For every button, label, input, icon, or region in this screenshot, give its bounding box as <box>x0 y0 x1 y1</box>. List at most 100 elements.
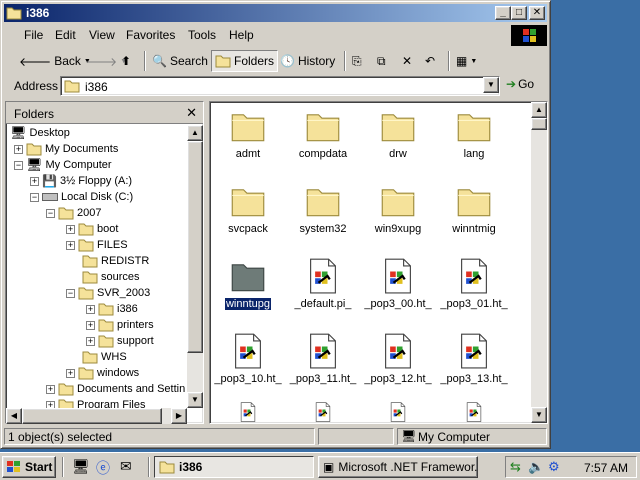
menu-favorites[interactable]: Favorites <box>126 28 175 42</box>
tree-vertical-scrollbar[interactable]: ▲ ▼ <box>187 125 203 408</box>
expand-icon[interactable]: + <box>46 384 55 394</box>
minimize-button[interactable]: _ <box>495 6 511 20</box>
folders-button[interactable]: Folders <box>211 50 279 72</box>
scroll-right-button[interactable]: ▶ <box>171 408 187 424</box>
delete-button[interactable]: ✕ <box>399 50 415 72</box>
file-item[interactable]: _pop3_00.ht_ <box>358 258 438 310</box>
tree-item-i386[interactable]: + i386 <box>86 301 138 317</box>
file-item-partial[interactable] <box>208 402 288 422</box>
folder-item[interactable]: admt <box>208 108 288 160</box>
menu-view[interactable]: View <box>89 28 115 42</box>
scroll-thumb[interactable] <box>531 118 547 130</box>
tree-item-whs[interactable]: WHS <box>82 349 127 365</box>
up-folder-button[interactable]: ⬆ <box>118 50 134 72</box>
go-arrow-icon: ➔ <box>506 77 517 91</box>
tree-item-boot[interactable]: + boot <box>66 221 118 237</box>
task-button-i386[interactable]: i386 <box>154 456 314 478</box>
file-item[interactable]: _pop3_13.ht_ <box>434 333 514 385</box>
title-bar[interactable]: i386 _ □ ✕ <box>4 4 547 22</box>
tree-item-2007[interactable]: − 2007 <box>46 205 101 221</box>
file-item[interactable]: _default.pi_ <box>283 258 363 310</box>
close-button[interactable]: ✕ <box>529 6 545 20</box>
move-to-button[interactable]: ⎘ <box>349 50 365 72</box>
file-item[interactable]: _pop3_01.ht_ <box>434 258 514 310</box>
file-item-partial[interactable] <box>434 402 514 422</box>
folder-item[interactable]: drw <box>358 108 438 160</box>
collapse-icon[interactable]: − <box>66 288 75 298</box>
show-desktop-icon[interactable]: 🖥 <box>72 458 90 475</box>
menu-help[interactable]: Help <box>229 28 254 42</box>
file-item[interactable]: _pop3_12.ht_ <box>358 333 438 385</box>
tree-item-floppy[interactable]: + 💾 3½ Floppy (A:) <box>30 173 132 189</box>
file-vertical-scrollbar[interactable]: ▲ ▼ <box>531 102 547 423</box>
search-icon: 🔍 <box>152 54 167 68</box>
scroll-thumb[interactable] <box>22 408 162 424</box>
folder-item[interactable]: compdata <box>283 108 363 160</box>
expand-icon[interactable]: + <box>46 400 55 408</box>
menu-tools[interactable]: Tools <box>188 28 216 42</box>
scroll-left-button[interactable]: ◀ <box>6 408 22 424</box>
close-icon[interactable]: ✕ <box>186 105 197 121</box>
file-label: _pop3_00.ht_ <box>364 298 432 310</box>
folder-item[interactable]: system32 <box>283 183 363 235</box>
tree-item-program-files[interactable]: + Program Files <box>46 397 145 408</box>
address-input[interactable]: i386 ▼ <box>60 76 500 96</box>
expand-icon[interactable]: + <box>66 240 75 250</box>
address-dropdown-button[interactable]: ▼ <box>483 77 499 93</box>
expand-icon[interactable]: + <box>14 144 23 154</box>
undo-button[interactable]: ↶ <box>422 50 438 72</box>
maximize-button[interactable]: □ <box>511 6 527 20</box>
folder-item[interactable]: lang <box>434 108 514 160</box>
start-button[interactable]: Start <box>2 456 56 478</box>
collapse-icon[interactable]: − <box>30 192 39 202</box>
tree-item-files[interactable]: + FILES <box>66 237 128 253</box>
expand-icon[interactable]: + <box>30 176 39 186</box>
file-item-partial[interactable] <box>283 402 363 422</box>
volume-icon[interactable]: 🔈 <box>528 459 544 475</box>
folder-item[interactable]: winntupg <box>208 258 288 311</box>
tree-item-printers[interactable]: + printers <box>86 317 154 333</box>
copy-to-button[interactable]: ⧉ <box>374 50 389 72</box>
tree-item-sources[interactable]: sources <box>82 269 140 285</box>
internet-explorer-icon[interactable]: ⓔ <box>96 458 110 478</box>
views-button[interactable]: ▦ ▼ <box>453 50 480 72</box>
scroll-up-button[interactable]: ▲ <box>187 125 203 141</box>
tree-item-desktop[interactable]: 🖥 Desktop <box>10 125 70 141</box>
collapse-icon[interactable]: − <box>46 208 55 218</box>
tree-horizontal-scrollbar[interactable]: ◀ ▶ <box>6 408 187 424</box>
history-button[interactable]: 🕓 History <box>277 50 338 72</box>
tree-item-svr-2003[interactable]: − SVR_2003 <box>66 285 150 301</box>
search-button[interactable]: 🔍 Search <box>149 50 211 72</box>
expand-icon[interactable]: + <box>86 320 95 330</box>
expand-icon[interactable]: + <box>66 224 75 234</box>
folder-item[interactable]: svcpack <box>208 183 288 235</box>
menu-edit[interactable]: Edit <box>55 28 76 42</box>
tree-item-support[interactable]: + support <box>86 333 154 349</box>
expand-icon[interactable]: + <box>66 368 75 378</box>
task-button-dotnet[interactable]: ▣ Microsoft .NET Framewor... <box>318 456 478 478</box>
tree-item-my-documents[interactable]: + My Documents <box>14 141 118 157</box>
menu-file[interactable]: File <box>24 28 43 42</box>
scroll-up-button[interactable]: ▲ <box>531 102 547 118</box>
file-item[interactable]: _pop3_10.ht_ <box>208 333 288 385</box>
outlook-express-icon[interactable]: ✉ <box>120 458 132 475</box>
scroll-down-button[interactable]: ▼ <box>531 407 547 423</box>
update-icon[interactable]: ⚙ <box>548 459 560 475</box>
folder-item[interactable]: winntmig <box>434 183 514 235</box>
expand-icon[interactable]: + <box>86 304 95 314</box>
tree-item-my-computer[interactable]: − 🖥 My Computer <box>14 157 112 173</box>
folder-item[interactable]: win9xupg <box>358 183 438 235</box>
collapse-icon[interactable]: − <box>14 160 23 170</box>
tree-item-local-disk[interactable]: − Local Disk (C:) <box>30 189 133 205</box>
tree-item-windows[interactable]: + windows <box>66 365 139 381</box>
scroll-thumb[interactable] <box>187 141 203 353</box>
tree-item-redistr[interactable]: REDISTR <box>82 253 149 269</box>
expand-icon[interactable]: + <box>86 336 95 346</box>
scroll-down-button[interactable]: ▼ <box>187 392 203 408</box>
tree-item-documents-and-settings[interactable]: + Documents and Settin <box>46 381 185 397</box>
file-label: _default.pi_ <box>294 298 352 310</box>
go-button[interactable]: ➔ Go <box>506 77 534 91</box>
file-item[interactable]: _pop3_11.ht_ <box>283 333 363 385</box>
network-icon[interactable]: ⇆ <box>510 459 521 475</box>
file-item-partial[interactable] <box>358 402 438 422</box>
